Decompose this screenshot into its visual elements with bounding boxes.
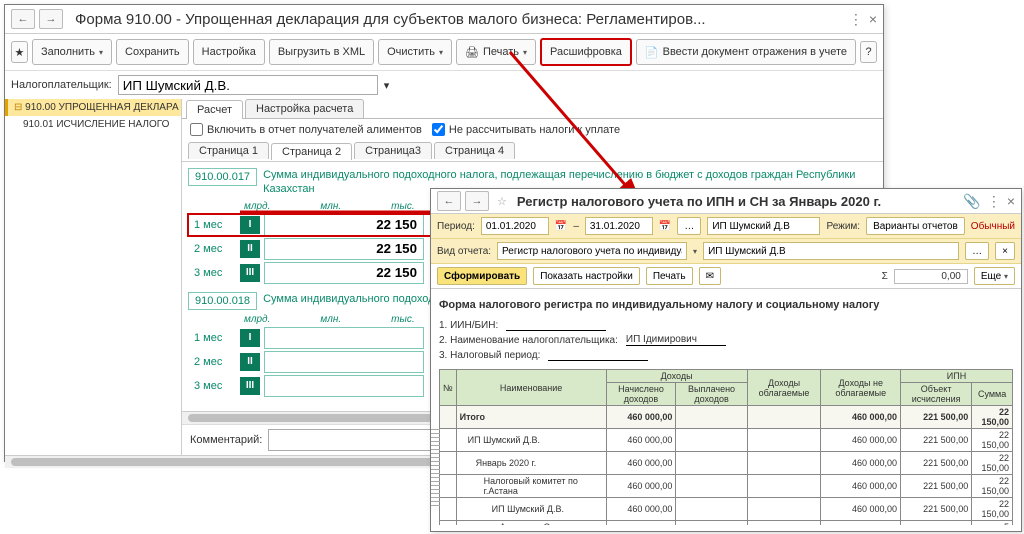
- close-icon[interactable]: ×: [869, 11, 877, 28]
- nav-back-button-2[interactable]: ←: [437, 191, 461, 211]
- input-017-m1[interactable]: [264, 214, 424, 236]
- table-row[interactable]: 1Алданова Ольга Николаевна1964100 000,00…: [440, 521, 1013, 526]
- clear-button[interactable]: Очистить▾: [378, 39, 452, 65]
- window-menu-icon-2[interactable]: ⋮: [987, 193, 1001, 210]
- outline-handle[interactable]: [431, 429, 440, 507]
- tab-calc-settings[interactable]: Настройка расчета: [245, 99, 364, 118]
- calendar-icon[interactable]: 📅: [555, 221, 567, 232]
- iin-label: 1. ИИН/БИН:: [439, 320, 498, 331]
- period-from-input[interactable]: [481, 217, 549, 235]
- period-ellipsis-button[interactable]: …: [677, 217, 701, 235]
- section-tree[interactable]: ⊟ 910.00 УПРОЩЕННАЯ ДЕКЛАРА 910.01 ИСЧИС…: [5, 99, 182, 455]
- checkbox-no-tax[interactable]: Не рассчитывать налоги к уплате: [432, 123, 620, 136]
- nav-back-button[interactable]: ←: [11, 9, 35, 29]
- page-2-tab[interactable]: Страница 2: [271, 143, 352, 160]
- email-icon[interactable]: ✉: [699, 267, 721, 285]
- show-settings-button[interactable]: Показать настройки: [533, 267, 640, 285]
- sum-icon: Σ: [882, 271, 888, 282]
- nav-forward-button[interactable]: →: [39, 9, 63, 29]
- variants-button[interactable]: Варианты отчетов: [866, 217, 965, 235]
- window-title: Форма 910.00 - Упрощенная декларация для…: [75, 11, 849, 28]
- input-017-m2[interactable]: [264, 238, 424, 260]
- taxpayer-name-value: ИП Ідимирович: [626, 334, 726, 346]
- roman-2-icon: II: [240, 240, 260, 258]
- code-910-00-017: 910.00.017: [188, 168, 257, 186]
- period-to-input[interactable]: [585, 217, 653, 235]
- page-1-tab[interactable]: Страница 1: [188, 142, 269, 159]
- table-row[interactable]: Январь 2020 г.460 000,00460 000,00221 50…: [440, 452, 1013, 475]
- help-button[interactable]: ?: [860, 41, 877, 63]
- print-button[interactable]: 🖨Печать▾: [456, 39, 536, 65]
- doc-icon: 📄: [645, 46, 659, 59]
- nav-forward-button-2[interactable]: →: [465, 191, 489, 211]
- tax-register-window: ← → ☆ Регистр налогового учета по ИПН и …: [430, 188, 1022, 532]
- table-row[interactable]: Налоговый комитет по г.Астана460 000,004…: [440, 475, 1013, 498]
- close-icon-2[interactable]: ×: [1007, 193, 1015, 210]
- register-table: № Наименование Доходы Доходы облагаемые …: [439, 369, 1013, 525]
- tree-item-910-01[interactable]: 910.01 ИСЧИСЛЕНИЕ НАЛОГО: [5, 116, 181, 133]
- table-row[interactable]: ИП Шумский Д.В.460 000,00460 000,00221 5…: [440, 498, 1013, 521]
- tree-item-910-00[interactable]: ⊟ 910.00 УПРОЩЕННАЯ ДЕКЛАРА: [5, 99, 181, 116]
- checkbox-alimony[interactable]: Включить в отчет получателей алиментов: [190, 123, 422, 136]
- titlebar-2: ← → ☆ Регистр налогового учета по ИПН и …: [431, 189, 1021, 214]
- enter-doc-button[interactable]: 📄Ввести документ отражения в учете: [636, 39, 856, 65]
- roman-1-icon: I: [240, 216, 260, 234]
- decode-button[interactable]: Расшифровка: [540, 38, 632, 66]
- report-heading: Форма налогового регистра по индивидуаль…: [439, 299, 1013, 311]
- printer-icon: 🖨: [465, 46, 479, 59]
- iin-value: [506, 319, 606, 331]
- table-row[interactable]: ИП Шумский Д.В.460 000,00460 000,00221 5…: [440, 429, 1013, 452]
- taxpayer-label: Налогоплательщик:: [11, 79, 112, 91]
- print-report-button[interactable]: Печать: [646, 267, 693, 285]
- taxpayer-row: Налогоплательщик: ▾: [5, 71, 883, 99]
- input-018-m3[interactable]: [264, 375, 424, 397]
- form-report-button[interactable]: Сформировать: [437, 267, 527, 285]
- tax-period-value: [548, 349, 648, 361]
- more-button[interactable]: Еще ▾: [974, 267, 1015, 285]
- emp-input[interactable]: [703, 242, 959, 260]
- org-input[interactable]: [707, 217, 820, 235]
- report-kind-input[interactable]: [497, 242, 687, 260]
- open-ref-icon[interactable]: ▾: [384, 79, 390, 92]
- input-017-m3[interactable]: [264, 262, 424, 284]
- taxpayer-name-label: 2. Наименование налогоплательщика:: [439, 335, 618, 346]
- tab-calc[interactable]: Расчет: [186, 100, 243, 119]
- favorite-icon[interactable]: ★: [11, 41, 28, 63]
- input-018-m1[interactable]: [264, 327, 424, 349]
- taxpayer-input[interactable]: [118, 75, 378, 95]
- input-018-m2[interactable]: [264, 351, 424, 373]
- pin-icon[interactable]: 📎: [963, 193, 980, 210]
- table-row[interactable]: Итого460 000,00460 000,00221 500,0022 15…: [440, 406, 1013, 429]
- calendar-icon-2[interactable]: 📅: [659, 221, 671, 232]
- roman-3-icon: III: [240, 264, 260, 282]
- settings-button[interactable]: Настройка: [193, 39, 265, 65]
- report-body: Форма налогового регистра по индивидуаль…: [431, 289, 1021, 525]
- save-button[interactable]: Сохранить: [116, 39, 189, 65]
- action-bar: Сформировать Показать настройки Печать ✉…: [431, 264, 1021, 289]
- window-menu-icon[interactable]: ⋮: [849, 11, 863, 28]
- titlebar: ← → Форма 910.00 - Упрощенная декларация…: [5, 5, 883, 34]
- emp-clear-button[interactable]: ×: [995, 242, 1015, 260]
- fill-button[interactable]: Заполнить▾: [32, 39, 112, 65]
- tax-period-label: 3. Налоговый период:: [439, 350, 540, 361]
- emp-ellipsis-button[interactable]: …: [965, 242, 989, 260]
- main-toolbar: ★ Заполнить▾ Сохранить Настройка Выгрузи…: [5, 34, 883, 71]
- report-kind-bar: Вид отчета: ▾ … ×: [431, 239, 1021, 264]
- dropdown-icon[interactable]: ▾: [693, 247, 697, 256]
- main-tabs: Расчет Настройка расчета: [182, 99, 883, 119]
- star-icon[interactable]: ☆: [497, 195, 507, 208]
- page-4-tab[interactable]: Страница 4: [434, 142, 515, 159]
- mode-value: Обычный: [971, 221, 1015, 232]
- register-title: Регистр налогового учета по ИПН и СН за …: [517, 194, 964, 209]
- sum-value: 0,00: [894, 269, 968, 284]
- period-bar: Период: 📅 – 📅 … Режим: Варианты отчетов …: [431, 214, 1021, 239]
- page-tabs: Страница 1 Страница 2 Страница3 Страница…: [182, 140, 883, 162]
- code-910-00-018: 910.00.018: [188, 292, 257, 310]
- export-xml-button[interactable]: Выгрузить в XML: [269, 39, 374, 65]
- page-3-tab[interactable]: Страница3: [354, 142, 432, 159]
